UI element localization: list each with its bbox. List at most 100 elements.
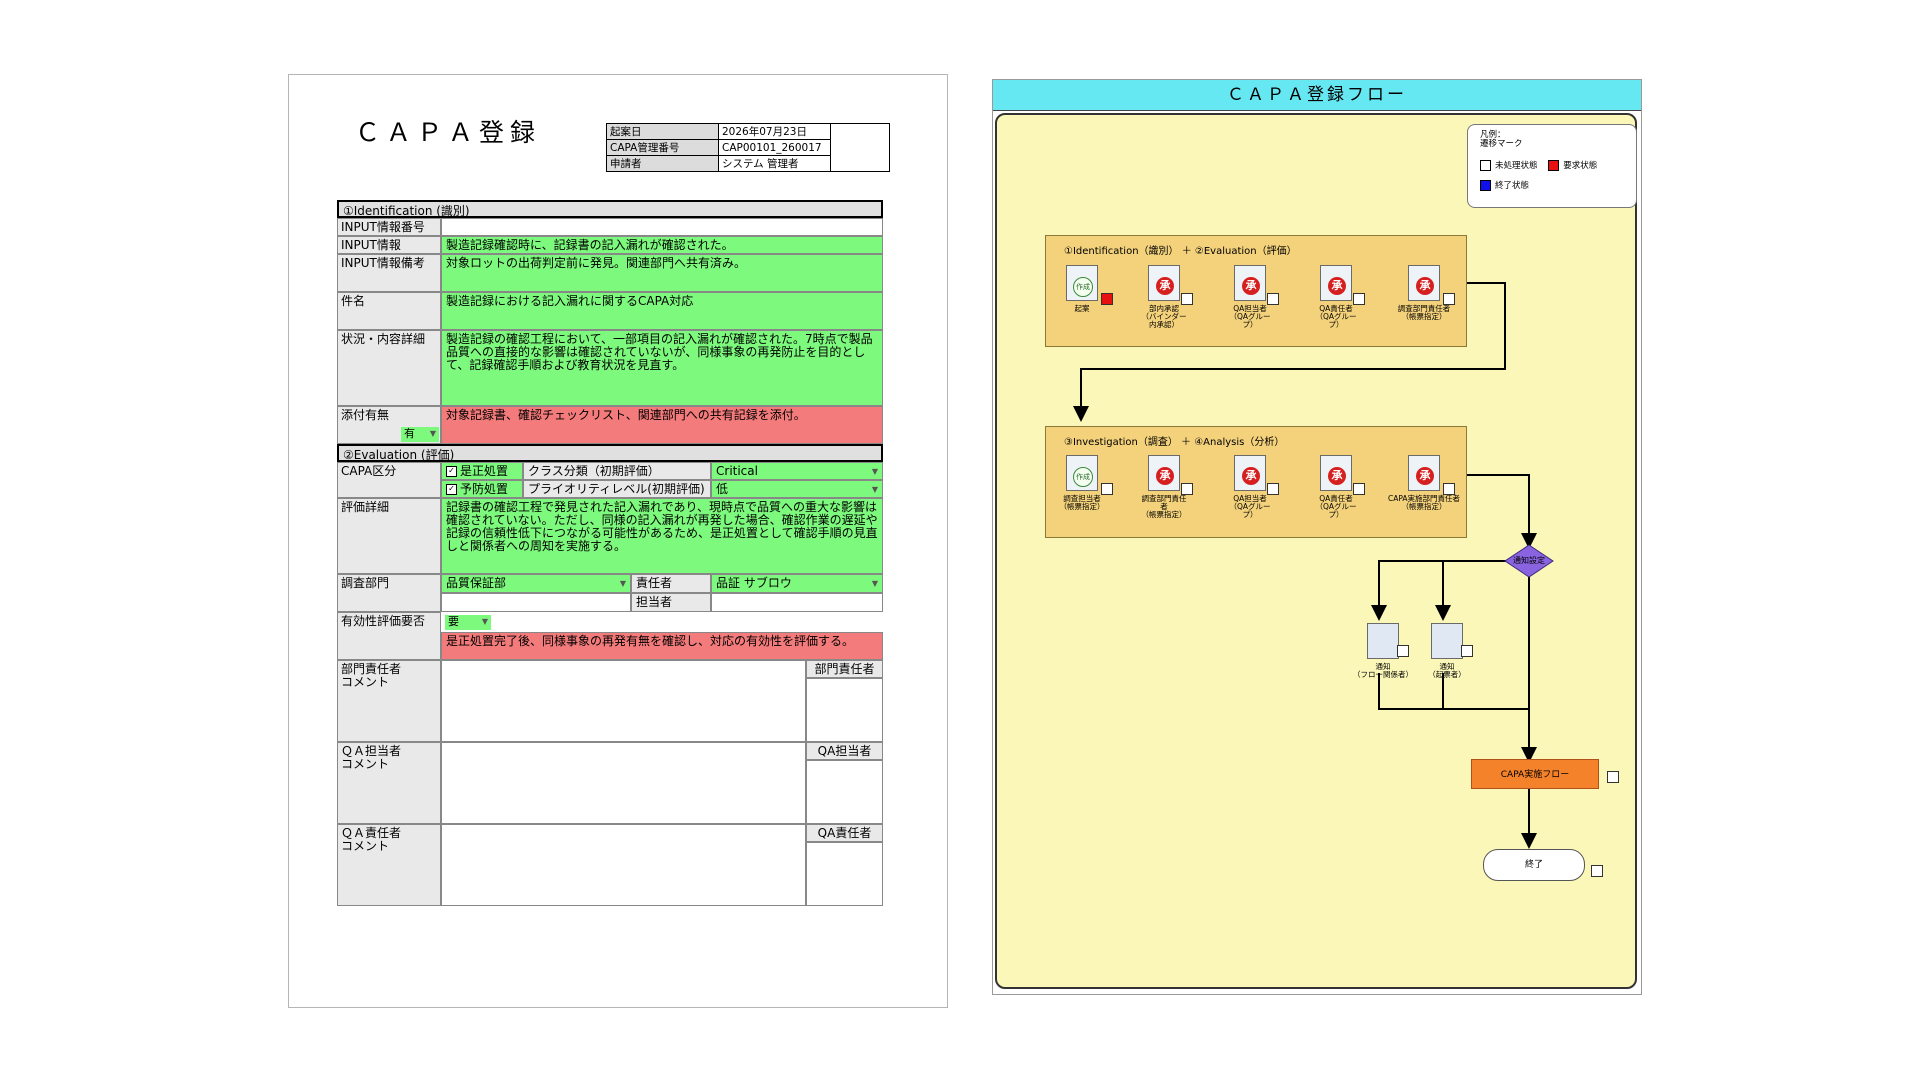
unprocessed-square-icon (1480, 160, 1491, 171)
qa-manager-label: QA責任者 (806, 824, 883, 842)
legend-done: 終了状態 (1495, 181, 1530, 191)
status-unprocessed-icon (1181, 483, 1193, 495)
status-unprocessed-icon (1397, 645, 1409, 657)
create-stamp-icon: 作成 (1073, 467, 1093, 487)
approval-stamp-icon: 承 (1242, 467, 1260, 485)
document-icon: 承 (1320, 455, 1352, 491)
qa-staff-label: QA担当者 (806, 742, 883, 760)
eval-detail-field[interactable]: 記録書の確認工程で発見された記入漏れであり、現時点で品質への重大な影響は確認され… (441, 498, 883, 574)
check-icon: ✓ (446, 484, 457, 495)
node-label: 調査担当者 （帳票指定） (1059, 494, 1105, 511)
dropdown-arrow-icon: ▼ (871, 467, 878, 476)
dept-label: 調査部門 (337, 574, 441, 612)
flow-title: ＣＡＰＡ登録フロー (993, 80, 1641, 111)
requested-square-icon (1548, 160, 1560, 171)
attach-detail-field[interactable]: 対象記録書、確認チェックリスト、関連部門への共有記録を添付。 (441, 406, 883, 444)
tanto-field[interactable] (711, 593, 883, 612)
section-evaluation: ②Evaluation (評価) (337, 444, 883, 462)
node-label: QA責任者 （QAグループ） (1315, 304, 1357, 329)
status-label: 状況・内容詳細 (337, 330, 441, 406)
status-unprocessed-icon (1181, 293, 1193, 305)
node-draft[interactable]: 作成 起案 (1057, 265, 1107, 313)
input-note-field[interactable]: 対象ロットの出荷判定前に発見。関連部門へ共有済み。 (441, 254, 883, 292)
document-icon: 承 (1320, 265, 1352, 301)
capa-type-label: CAPA区分 (337, 462, 441, 498)
priority-label: プライオリティレベル(初期評価) (523, 480, 711, 498)
qa-staff-comment-label: ＱＡ担当者 コメント (337, 742, 441, 824)
header-label: CAPA管理番号 (606, 139, 719, 156)
check-icon: ✓ (446, 466, 457, 477)
document-icon: 承 (1148, 265, 1180, 301)
header-blank (830, 123, 890, 172)
dept-approver-label: 部門責任者 (806, 660, 883, 678)
document-icon: 作成 (1066, 265, 1098, 301)
header-label: 申請者 (606, 155, 719, 172)
dropdown-arrow-icon: ▼ (871, 579, 878, 588)
class-select[interactable]: Critical ▼ (711, 462, 883, 480)
dept-value: 品質保証部 (446, 576, 507, 590)
legend-box: 凡例： 遷移マーク 未処理状態 要求状態 終了状態 (1467, 124, 1637, 208)
document-icon: 承 (1234, 455, 1266, 491)
header-value-capa-no[interactable]: CAP00101_260017 (718, 139, 831, 156)
node-label: 調査部門責任者 （帳票指定） (1397, 304, 1451, 321)
resp-select[interactable]: 品証 サブロウ ▼ (711, 574, 883, 593)
qa-manager-comment-field[interactable] (441, 824, 806, 906)
input-note-label: INPUT情報備考 (337, 254, 441, 292)
qa-manager-stamp-box (806, 842, 883, 906)
status-field[interactable]: 製造記録の確認工程において、一部項目の記入漏れが確認された。7時点で製品品質への… (441, 330, 883, 406)
dept-comment-field[interactable] (441, 660, 806, 742)
qa-manager-comment-label: ＱＡ責任者 コメント (337, 824, 441, 906)
status-unprocessed-icon (1353, 293, 1365, 305)
capa-impl-flow-button[interactable]: CAPA実施フロー (1471, 759, 1599, 789)
notify-document-icon (1367, 623, 1399, 659)
end-node[interactable]: 終了 (1483, 849, 1585, 881)
status-unprocessed-icon (1101, 483, 1113, 495)
preventive-checkbox[interactable]: ✓ 予防処置 (441, 480, 523, 498)
attach-select[interactable]: 有 ▼ (401, 427, 439, 442)
eff-select[interactable]: 要 ▼ (445, 615, 491, 630)
legend-requested: 要求状態 (1563, 161, 1598, 171)
header-info-table: 起案日 2026年07月23日 CAPA管理番号 CAP00101_260017… (606, 123, 890, 172)
create-stamp-icon: 作成 (1073, 277, 1093, 297)
dept-select[interactable]: 品質保証部 ▼ (441, 574, 631, 593)
subject-field[interactable]: 製造記録における記入漏れに関するCAPA対応 (441, 292, 883, 330)
approval-stamp-icon: 承 (1156, 277, 1174, 295)
status-unprocessed-icon (1443, 293, 1455, 305)
approval-stamp-icon: 承 (1416, 467, 1434, 485)
node-label: 調査部門責任者 （帳票指定） (1141, 494, 1187, 519)
status-requested-icon (1101, 293, 1113, 305)
node-label: 通知 （起票者） (1428, 662, 1466, 679)
approval-stamp-icon: 承 (1328, 277, 1346, 295)
group2-title: ③Investigation（調査） ＋ ④Analysis（分析） (1064, 437, 1285, 448)
notify-document-icon (1431, 623, 1463, 659)
input-info-field[interactable]: 製造記録確認時に、記録書の記入漏れが確認された。 (441, 236, 883, 254)
corrective-checkbox[interactable]: ✓ 是正処置 (441, 462, 523, 480)
notify-setting-label: 通知設定 (1513, 556, 1545, 565)
node-label: CAPA実施部門責任者 （帳票指定） (1387, 494, 1461, 511)
approval-stamp-icon: 承 (1242, 277, 1260, 295)
eff-detail-field[interactable]: 是正処置完了後、同様事象の再発有無を確認し、対応の有効性を評価する。 (441, 632, 883, 660)
header-value-applicant[interactable]: システム 管理者 (718, 155, 831, 172)
input-no-label: INPUT情報番号 (337, 218, 441, 236)
qa-staff-stamp-box (806, 760, 883, 824)
group1-title: ①Identification（識別） ＋ ②Evaluation（評価） (1064, 246, 1297, 257)
legend-subtitle: 遷移マーク (1480, 139, 1523, 149)
status-unprocessed-icon (1591, 865, 1603, 877)
priority-select[interactable]: 低 ▼ (711, 480, 883, 498)
flow-body: 通知設定 凡例： 遷移マーク 未処理状態 要求状態 終了状態 ①Identifi… (995, 113, 1637, 989)
tanto-label: 担当者 (631, 593, 711, 612)
node-investigator[interactable]: 作成 調査担当者 （帳票指定） (1057, 455, 1107, 511)
class-value: Critical (716, 464, 758, 478)
node-label: QA責任者 （QAグループ） (1315, 494, 1357, 519)
priority-value: 低 (716, 482, 729, 496)
resp-value: 品証 サブロウ (716, 576, 792, 590)
approval-stamp-icon: 承 (1156, 467, 1174, 485)
qa-staff-comment-field[interactable] (441, 742, 806, 824)
dept-blank (441, 593, 631, 612)
header-value-date[interactable]: 2026年07月23日 (718, 123, 831, 140)
status-unprocessed-icon (1443, 483, 1455, 495)
resp-label: 責任者 (631, 574, 711, 593)
dept-comment-label: 部門責任者 コメント (337, 660, 441, 742)
input-no-field[interactable] (441, 218, 883, 236)
document-icon: 作成 (1066, 455, 1098, 491)
